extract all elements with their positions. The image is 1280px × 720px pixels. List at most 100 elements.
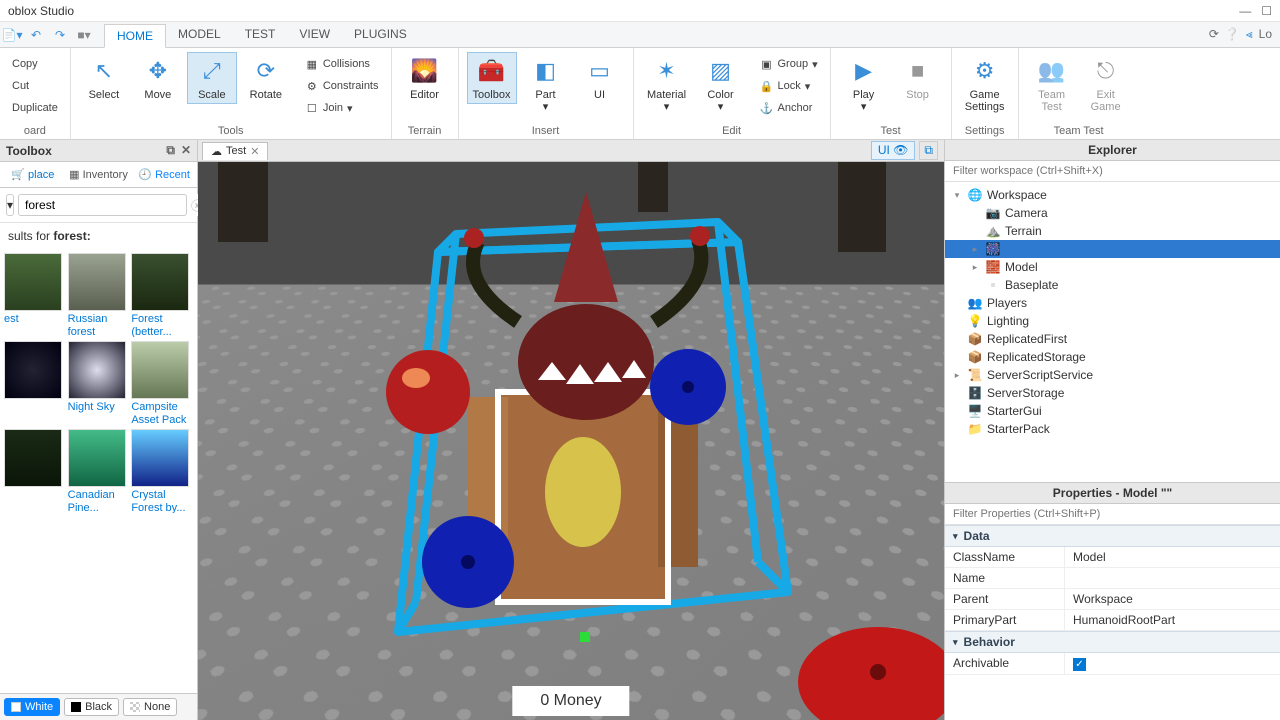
viewport-settings-icon[interactable]: ⧉ bbox=[919, 141, 938, 160]
lock-button[interactable]: 🔒Lock ▾ bbox=[756, 76, 822, 96]
toolbox-button[interactable]: 🧰Toolbox bbox=[467, 52, 517, 104]
tree-row[interactable]: ⛰️Terrain bbox=[945, 222, 1280, 240]
material-button[interactable]: ✶Material▾ bbox=[642, 52, 692, 116]
tab-plugins[interactable]: PLUGINS bbox=[342, 23, 419, 47]
prop-key: PrimaryPart bbox=[945, 610, 1065, 630]
stop-button[interactable]: ■Stop bbox=[893, 52, 943, 104]
rotate-button[interactable]: ⟳Rotate bbox=[241, 52, 291, 104]
checkbox-checked-icon[interactable]: ✓ bbox=[1073, 658, 1086, 671]
upgrade-icon[interactable]: ⟳ bbox=[1209, 27, 1219, 42]
team-test-button[interactable]: 👥Team Test bbox=[1027, 52, 1077, 116]
color-button[interactable]: ▨Color▾ bbox=[696, 52, 746, 116]
constraints-toggle[interactable]: ⚙Constraints bbox=[301, 76, 383, 96]
asset-item[interactable]: Night Sky bbox=[68, 341, 128, 425]
tree-icon: ▫️ bbox=[985, 277, 1001, 293]
prop-row[interactable]: PrimaryPartHumanoidRootPart bbox=[945, 610, 1280, 631]
tree-row[interactable]: 👥Players bbox=[945, 294, 1280, 312]
search-input[interactable] bbox=[18, 194, 187, 216]
help-icon[interactable]: ❔ bbox=[1225, 27, 1240, 42]
tree-row[interactable]: ▸🎆 bbox=[945, 240, 1280, 258]
asset-item[interactable] bbox=[4, 429, 64, 513]
asset-item[interactable] bbox=[4, 341, 64, 425]
explorer-filter-input[interactable] bbox=[945, 161, 1280, 182]
chevron-down-icon: ▾ bbox=[953, 637, 958, 648]
tree-row[interactable]: 🖥️StarterGui bbox=[945, 402, 1280, 420]
close-icon[interactable]: ✕ bbox=[181, 143, 191, 158]
ui-visibility-icon[interactable]: UI 👁 bbox=[871, 141, 916, 160]
select-button[interactable]: ↖Select bbox=[79, 52, 129, 104]
asset-item[interactable]: Crystal Forest by... bbox=[131, 429, 191, 513]
bg-black-button[interactable]: Black bbox=[64, 698, 119, 716]
join-toggle[interactable]: ☐Join ▾ bbox=[301, 98, 383, 118]
toolbox-tab-marketplace[interactable]: 🛒place bbox=[0, 162, 66, 187]
collisions-toggle[interactable]: ▦Collisions bbox=[301, 54, 383, 74]
bg-none-button[interactable]: None bbox=[123, 698, 177, 716]
tab-test[interactable]: TEST bbox=[233, 23, 288, 47]
bg-white-button[interactable]: White bbox=[4, 698, 60, 716]
play-button[interactable]: ▶Play▾ bbox=[839, 52, 889, 116]
part-button[interactable]: ◧Part▾ bbox=[521, 52, 571, 116]
file-menu-icon[interactable]: 📄▾ bbox=[1, 24, 23, 46]
asset-item[interactable]: est bbox=[4, 253, 64, 337]
prop-value[interactable]: HumanoidRootPart bbox=[1065, 610, 1280, 630]
tree-expander[interactable]: ▸ bbox=[969, 244, 981, 255]
share-icon[interactable]: ⪡ bbox=[1246, 27, 1253, 42]
tab-home[interactable]: HOME bbox=[104, 24, 166, 48]
tree-expander[interactable]: ▾ bbox=[951, 190, 963, 201]
redo-icon[interactable]: ↷ bbox=[49, 24, 71, 46]
prop-value[interactable] bbox=[1065, 568, 1280, 588]
copy-button[interactable]: Copy bbox=[8, 54, 62, 74]
move-button[interactable]: ✥Move bbox=[133, 52, 183, 104]
tree-row[interactable]: 📦ReplicatedStorage bbox=[945, 348, 1280, 366]
cut-button[interactable]: Cut bbox=[8, 76, 62, 96]
duplicate-button[interactable]: Duplicate bbox=[8, 98, 62, 118]
scale-button[interactable]: ⤢Scale bbox=[187, 52, 237, 104]
category-dropdown[interactable]: ▾ bbox=[6, 194, 14, 216]
prop-value[interactable]: Model bbox=[1065, 547, 1280, 567]
tree-row[interactable]: 📦ReplicatedFirst bbox=[945, 330, 1280, 348]
prop-value[interactable]: Workspace bbox=[1065, 589, 1280, 609]
toolbox-tab-inventory[interactable]: ▦Inventory bbox=[66, 162, 132, 187]
prop-value[interactable]: ✓ bbox=[1065, 653, 1280, 674]
tree-row[interactable]: 📷Camera bbox=[945, 204, 1280, 222]
prop-row[interactable]: Archivable✓ bbox=[945, 653, 1280, 675]
tree-row[interactable]: 🗄️ServerStorage bbox=[945, 384, 1280, 402]
tab-view[interactable]: VIEW bbox=[287, 23, 342, 47]
undock-icon[interactable]: ⧉ bbox=[166, 143, 175, 158]
tree-row[interactable]: ▸🧱Model bbox=[945, 258, 1280, 276]
login-label[interactable]: Lo bbox=[1259, 27, 1272, 42]
tree-expander[interactable]: ▸ bbox=[969, 262, 981, 273]
game-settings-button[interactable]: ⚙Game Settings bbox=[960, 52, 1010, 116]
terrain-editor-button[interactable]: 🌄Editor bbox=[400, 52, 450, 104]
undo-icon[interactable]: ↶ bbox=[25, 24, 47, 46]
anchor-button[interactable]: ⚓Anchor bbox=[756, 98, 822, 118]
prop-row[interactable]: Name bbox=[945, 568, 1280, 589]
asset-item[interactable]: Campsite Asset Pack bbox=[131, 341, 191, 425]
asset-item[interactable]: Canadian Pine... bbox=[68, 429, 128, 513]
tree-row[interactable]: ▫️Baseplate bbox=[945, 276, 1280, 294]
toolbox-panel: Toolbox ⧉✕ 🛒place ▦Inventory 🕘Recent ▾ ⓧ… bbox=[0, 140, 198, 720]
viewport-tab-test[interactable]: ☁Test✕ bbox=[202, 142, 268, 160]
viewport[interactable]: ☁Test✕ UI 👁 ⧉ bbox=[198, 140, 944, 720]
exit-game-button[interactable]: ⎋Exit Game bbox=[1081, 52, 1131, 116]
ui-button[interactable]: ▭UI bbox=[575, 52, 625, 104]
properties-filter-input[interactable] bbox=[945, 504, 1280, 525]
tree-row[interactable]: 📁StarterPack bbox=[945, 420, 1280, 438]
asset-item[interactable]: Russian forest bbox=[68, 253, 128, 337]
prop-section-header[interactable]: ▾Data bbox=[945, 525, 1280, 547]
close-tab-icon[interactable]: ✕ bbox=[250, 145, 259, 158]
tab-model[interactable]: MODEL bbox=[166, 23, 233, 47]
asset-thumb bbox=[131, 253, 189, 311]
prop-section-header[interactable]: ▾Behavior bbox=[945, 631, 1280, 653]
group-button[interactable]: ▣Group ▾ bbox=[756, 54, 822, 74]
toolbox-tab-recent[interactable]: 🕘Recent bbox=[131, 162, 197, 187]
tree-expander[interactable]: ▸ bbox=[951, 370, 963, 381]
tree-row[interactable]: 💡Lighting bbox=[945, 312, 1280, 330]
tree-row[interactable]: ▾🌐Workspace bbox=[945, 186, 1280, 204]
save-icon[interactable]: ■▾ bbox=[73, 24, 95, 46]
asset-item[interactable]: Forest (better... bbox=[131, 253, 191, 337]
asset-label bbox=[4, 399, 64, 401]
tree-row[interactable]: ▸📜ServerScriptService bbox=[945, 366, 1280, 384]
prop-row[interactable]: ParentWorkspace bbox=[945, 589, 1280, 610]
prop-row[interactable]: ClassNameModel bbox=[945, 547, 1280, 568]
